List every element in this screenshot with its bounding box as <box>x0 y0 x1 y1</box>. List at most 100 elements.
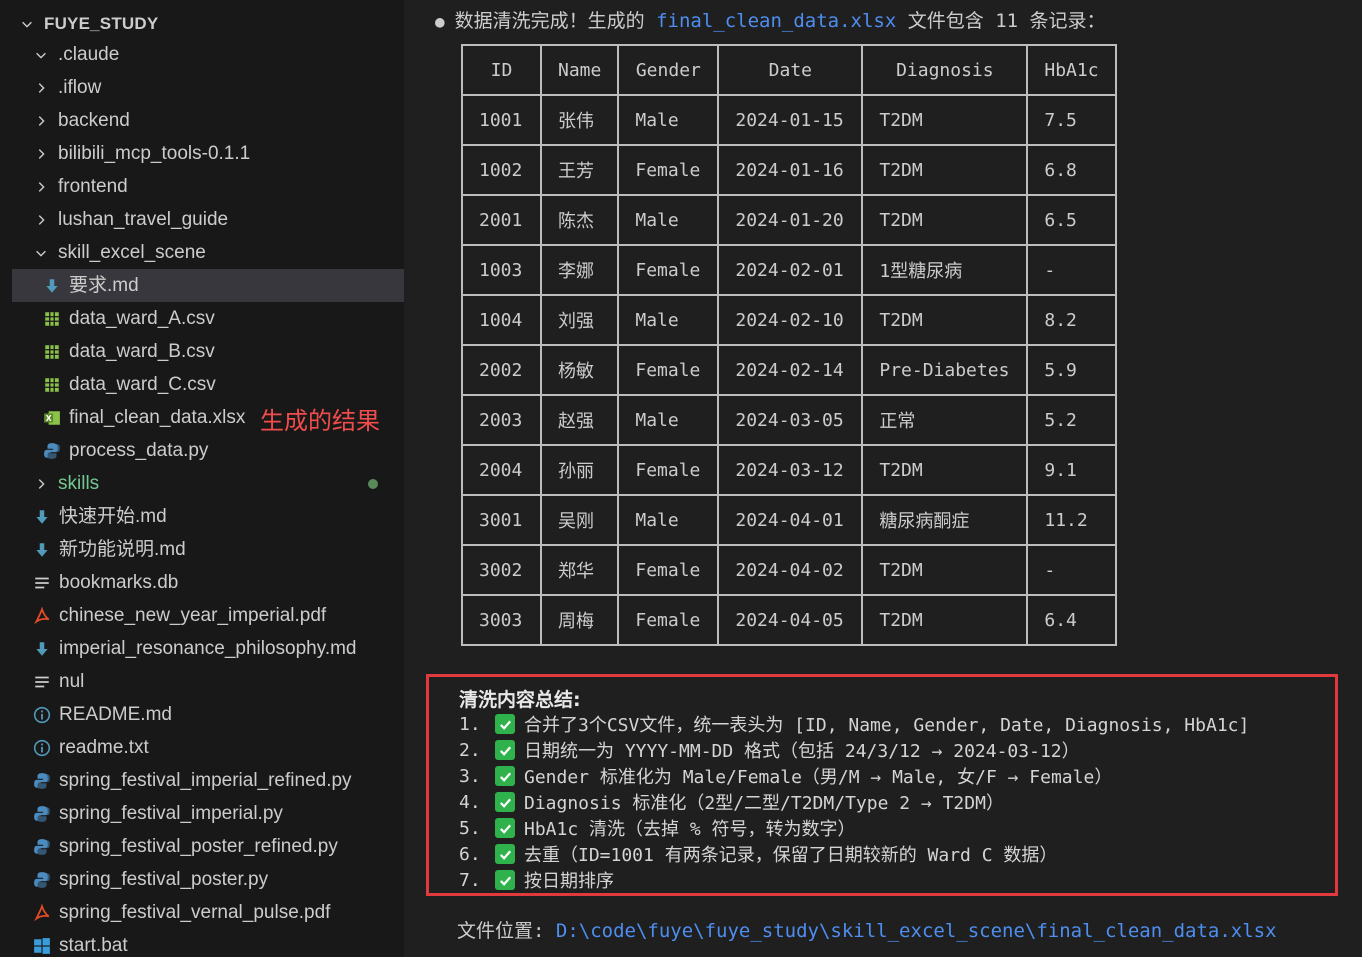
cell-hba1c: 9.1 <box>1026 444 1117 496</box>
tree-item-folder-open[interactable]: .claude <box>12 38 404 71</box>
cell-diagnosis: 正常 <box>861 394 1029 446</box>
tree-item-pdf[interactable]: spring_festival_vernal_pulse.pdf <box>12 896 404 929</box>
cell-diagnosis: T2DM <box>861 544 1029 596</box>
cell-date: 2024-02-14 <box>717 344 864 396</box>
tree-item-label: readme.txt <box>59 737 149 758</box>
markdown-icon <box>42 276 62 296</box>
table-row: 2001 陈杰 Male 2024-01-20 T2DM 6.5 <box>461 194 1117 246</box>
header-diagnosis: Diagnosis <box>861 44 1029 96</box>
chevron-down-icon <box>32 244 50 262</box>
csv-icon <box>42 342 62 362</box>
python-icon <box>32 837 52 857</box>
tree-item-label: .claude <box>58 44 120 65</box>
tree-item-label: backend <box>58 110 130 131</box>
windows-icon <box>32 936 52 956</box>
cell-date: 2024-01-20 <box>717 194 864 246</box>
chevron-right-icon <box>32 145 50 163</box>
file-location-label: 文件位置: <box>457 920 556 942</box>
tree-item-python[interactable]: spring_festival_poster_refined.py <box>12 830 404 863</box>
headline-count: 11 <box>995 10 1019 32</box>
tree-item-windows[interactable]: start.bat <box>12 929 404 957</box>
cell-hba1c: - <box>1026 244 1117 296</box>
headline-file-link[interactable]: final_clean_data.xlsx <box>656 10 896 32</box>
tree-item-label: .iflow <box>58 77 102 98</box>
chevron-right-icon <box>32 178 50 196</box>
tree-item-python[interactable]: process_data.py <box>12 434 404 467</box>
explorer-root-folder[interactable]: FUYE_STUDY <box>12 7 404 40</box>
table-row: 1002 王芳 Female 2024-01-16 T2DM 6.8 <box>461 144 1117 196</box>
summary-item-text: 按日期排序 <box>524 871 614 892</box>
tree-item-markdown[interactable]: 新功能说明.md <box>12 533 404 566</box>
tree-item-markdown[interactable]: 要求.md <box>12 269 404 302</box>
cell-hba1c: 8.2 <box>1026 294 1117 346</box>
tree-item-label: frontend <box>58 176 128 197</box>
summary-item: 2. 日期统一为 YYYY-MM-DD 格式（包括 24/3/12 → 2024-… <box>459 737 1080 763</box>
cell-diagnosis: T2DM <box>861 444 1029 496</box>
tree-item-markdown[interactable]: imperial_resonance_philosophy.md <box>12 632 404 665</box>
summary-title: 清洗内容总结: <box>459 689 581 711</box>
cleaning-summary-box: 清洗内容总结: 1. 合并了3个CSV文件，统一表头为 [ID, Name, Ge… <box>426 674 1338 896</box>
tree-item-folder[interactable]: bilibili_mcp_tools-0.1.1 <box>12 137 404 170</box>
tree-item-python[interactable]: spring_festival_imperial_refined.py <box>12 764 404 797</box>
tree-item-label: spring_festival_poster_refined.py <box>59 836 338 857</box>
tree-item-label: 要求.md <box>69 275 139 296</box>
cell-gender: Male <box>617 394 720 446</box>
tree-item-csv[interactable]: data_ward_A.csv <box>12 302 404 335</box>
tree-item-lines[interactable]: nul <box>12 665 404 698</box>
tree-item-folder-open[interactable]: skill_excel_scene <box>12 236 404 269</box>
tree-item-label: spring_festival_imperial.py <box>59 803 283 824</box>
tree-item-label: data_ward_C.csv <box>69 374 216 395</box>
check-mark-icon <box>495 714 515 734</box>
chevron-right-icon <box>32 475 50 493</box>
tree-item-label: final_clean_data.xlsx <box>69 407 246 428</box>
tree-item-label: 快速开始.md <box>59 506 167 527</box>
cell-id: 1003 <box>461 244 542 296</box>
cell-diagnosis: Pre-Diabetes <box>861 344 1029 396</box>
markdown-icon <box>32 507 52 527</box>
summary-item-text: Diagnosis 标准化（2型/二型/T2DM/Type 2 → T2DM） <box>524 793 1004 814</box>
tree-item-folder[interactable]: lushan_travel_guide <box>12 203 404 236</box>
cell-name: 赵强 <box>539 394 620 446</box>
bullet-icon: ● <box>435 12 445 31</box>
markdown-icon <box>32 639 52 659</box>
tree-item-csv[interactable]: data_ward_C.csv <box>12 368 404 401</box>
cell-id: 3001 <box>461 494 542 546</box>
header-hba1c: HbA1c <box>1026 44 1117 96</box>
cell-name: 陈杰 <box>539 194 620 246</box>
cell-hba1c: 6.8 <box>1026 144 1117 196</box>
tree-item-info[interactable]: readme.txt <box>12 731 404 764</box>
cell-hba1c: 6.5 <box>1026 194 1117 246</box>
tree-item-folder[interactable]: frontend <box>12 170 404 203</box>
cell-gender: Male <box>617 94 720 146</box>
tree-item-label: bookmarks.db <box>59 572 179 593</box>
tree-item-csv[interactable]: data_ward_B.csv <box>12 335 404 368</box>
tree-item-python[interactable]: spring_festival_imperial.py <box>12 797 404 830</box>
cell-gender: Female <box>617 594 720 646</box>
tree-item-label: process_data.py <box>69 440 209 461</box>
tree-item-markdown[interactable]: 快速开始.md <box>12 500 404 533</box>
cell-name: 杨敏 <box>539 344 620 396</box>
table-row: 2004 孙丽 Female 2024-03-12 T2DM 9.1 <box>461 444 1117 496</box>
headline-middle: 文件包含 <box>896 10 996 32</box>
cell-gender: Female <box>617 544 720 596</box>
tree-item-label: spring_festival_vernal_pulse.pdf <box>59 902 331 923</box>
tree-item-info[interactable]: README.md <box>12 698 404 731</box>
cell-name: 孙丽 <box>539 444 620 496</box>
header-id: ID <box>461 44 542 96</box>
tree-item-pdf[interactable]: chinese_new_year_imperial.pdf <box>12 599 404 632</box>
summary-item-text: HbA1c 清洗（去掉 % 符号，转为数字） <box>524 819 856 840</box>
tree-item-folder[interactable]: .iflow <box>12 71 404 104</box>
table-row: 3002 郑华 Female 2024-04-02 T2DM - <box>461 544 1117 596</box>
tree-item-folder[interactable]: skills <box>12 467 404 500</box>
explorer-root-label: FUYE_STUDY <box>44 14 159 33</box>
tree-item-label: 新功能说明.md <box>59 539 186 560</box>
file-location-path[interactable]: D:\code\fuye\fuye_study\skill_excel_scen… <box>556 920 1277 942</box>
cell-date: 2024-03-05 <box>717 394 864 446</box>
check-mark-icon <box>495 844 515 864</box>
tree-item-python[interactable]: spring_festival_poster.py <box>12 863 404 896</box>
tree-item-folder[interactable]: backend <box>12 104 404 137</box>
cell-diagnosis: T2DM <box>861 594 1029 646</box>
summary-item-number: 7. <box>459 869 481 891</box>
tree-item-lines[interactable]: bookmarks.db <box>12 566 404 599</box>
markdown-icon <box>32 540 52 560</box>
